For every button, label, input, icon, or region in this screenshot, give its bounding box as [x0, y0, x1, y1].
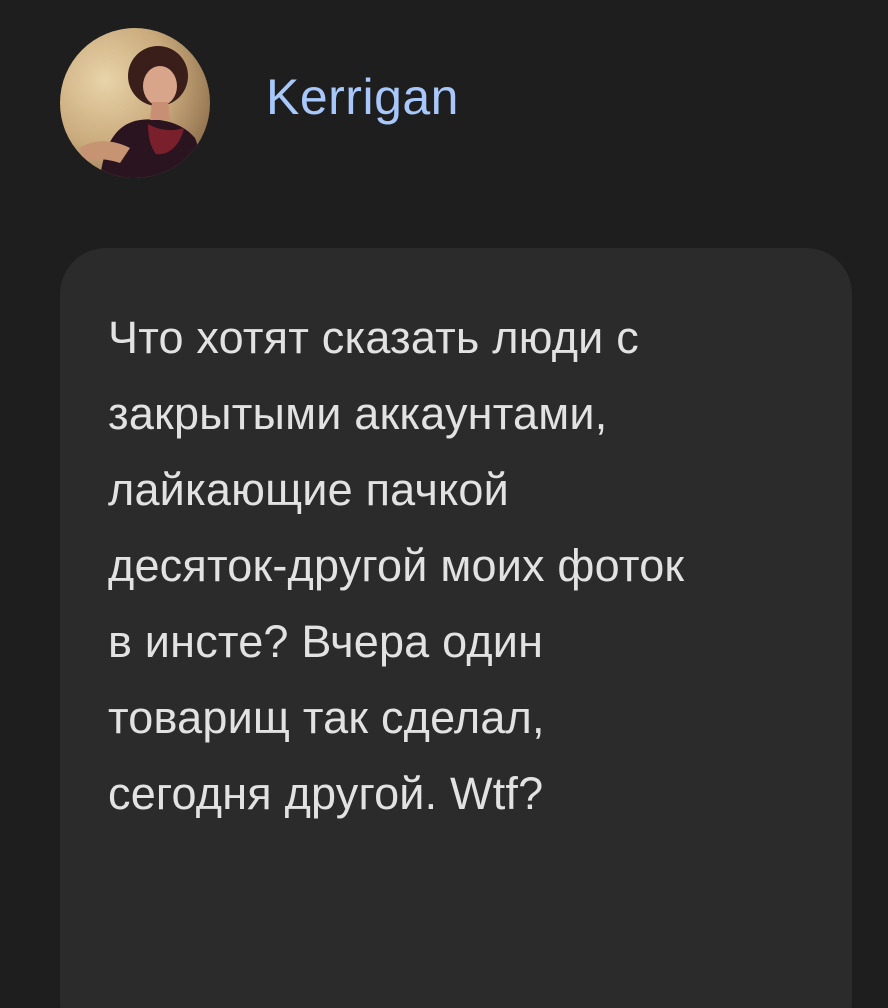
avatar[interactable] — [60, 28, 210, 178]
message-bubble: Что хотят сказать люди с закрытыми аккау… — [60, 248, 852, 1008]
screen: Kerrigan Что хотят сказать люди с закрыт… — [0, 0, 888, 1008]
avatar-photo-icon — [60, 28, 210, 178]
author-name[interactable]: Kerrigan — [266, 68, 459, 126]
post-header: Kerrigan — [60, 28, 459, 178]
message-text: Что хотят сказать люди с закрытыми аккау… — [108, 312, 685, 819]
